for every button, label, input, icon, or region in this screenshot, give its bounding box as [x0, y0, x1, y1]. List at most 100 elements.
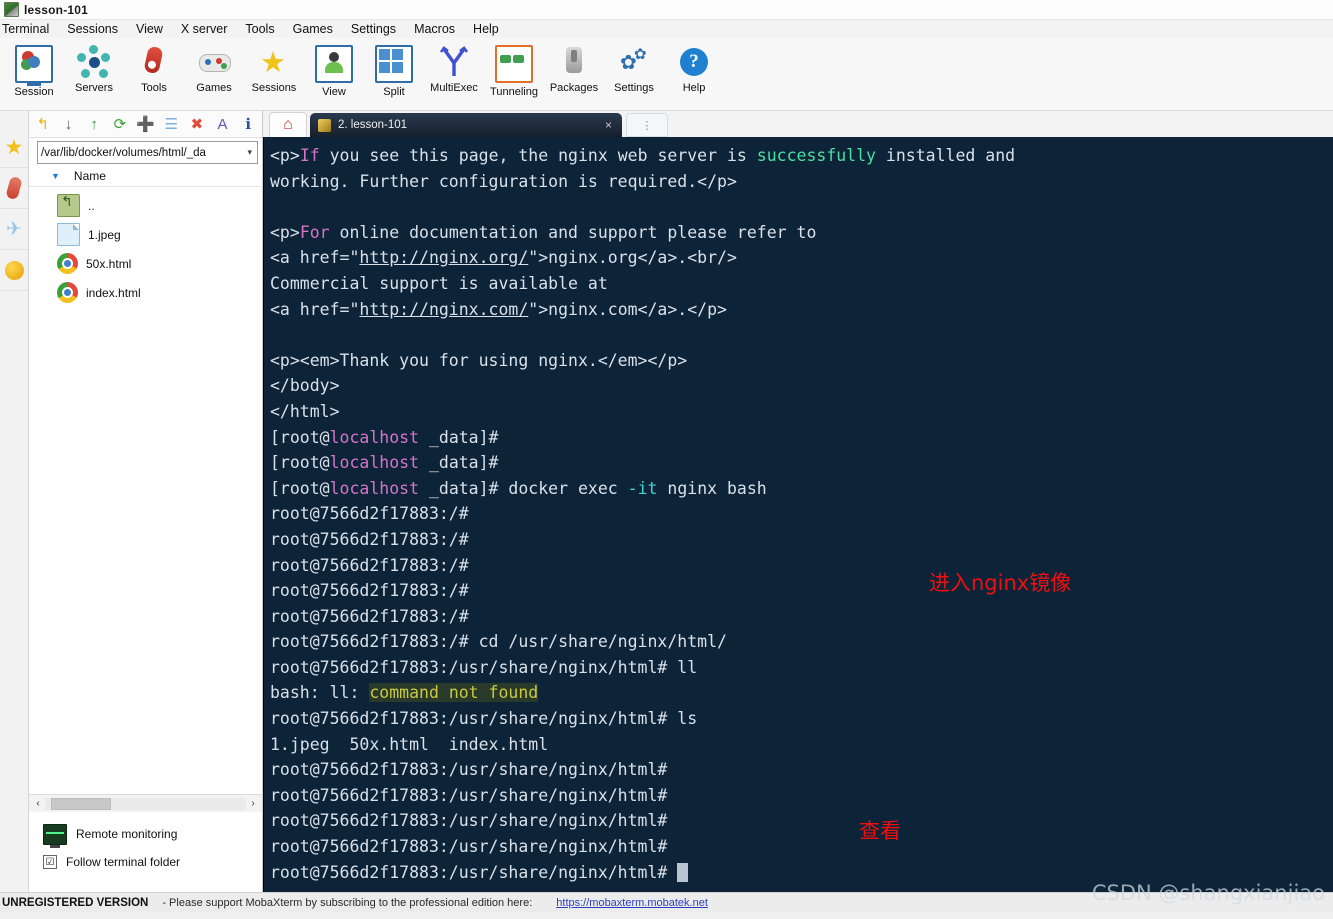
file-name: 50x.html: [86, 256, 132, 271]
menu-item-view[interactable]: View: [127, 21, 172, 38]
terminal-line: root@7566d2f17883:/#: [270, 578, 1333, 604]
toolbar-button-session[interactable]: Session: [4, 40, 64, 98]
chrome-html-icon: [57, 282, 78, 303]
refresh-icon[interactable]: ⟳: [108, 113, 132, 135]
toolbar-button-sessions[interactable]: ★ Sessions: [244, 40, 304, 95]
list-item[interactable]: 50x.html: [29, 249, 262, 278]
parent-folder-icon[interactable]: ↰: [31, 113, 55, 135]
menu-item-macros[interactable]: Macros: [405, 21, 464, 38]
terminal-text: root@7566d2f17883:/usr/share/nginx/html#…: [270, 709, 698, 729]
sort-triangle-icon[interactable]: ▼: [51, 171, 60, 181]
toolbar-button-help[interactable]: ? Help: [664, 40, 724, 94]
menu-item-games[interactable]: Games: [284, 21, 342, 38]
window-titlebar: lesson-101: [0, 0, 1333, 20]
toolbar-label-tunneling: Tunneling: [490, 86, 538, 98]
packages-box-icon: [557, 45, 591, 79]
sftp-toolbar: ↰ ↓ ↑ ⟳ ➕ ☰ ✖ A ℹ: [29, 111, 262, 138]
tab-session-lesson-101[interactable]: 2. lesson-101 ×: [310, 113, 622, 137]
games-ball-icon: [4, 260, 24, 280]
toolbar-button-multiexec[interactable]: MultiExec: [424, 40, 484, 94]
follow-terminal-checkbox[interactable]: ☑: [43, 855, 57, 869]
chrome-html-icon: [57, 253, 78, 274]
terminal-output[interactable]: <p>If you see this page, the nginx web s…: [263, 137, 1333, 892]
menu-item-xserver[interactable]: X server: [172, 21, 237, 38]
toolbar-button-packages[interactable]: Packages: [544, 40, 604, 94]
scroll-left-icon[interactable]: ‹: [31, 798, 45, 809]
toolbar-label-multiexec: MultiExec: [430, 82, 478, 94]
sessions-star-icon: ★: [4, 135, 24, 159]
toolbar-button-games[interactable]: Games: [184, 40, 244, 94]
subscribe-link[interactable]: https://mobaxterm.mobatek.net: [556, 897, 708, 909]
menu-item-help[interactable]: Help: [464, 21, 508, 38]
scrollbar-thumb[interactable]: [51, 797, 111, 810]
tab-label: 2. lesson-101: [338, 119, 408, 131]
toolbar-button-split[interactable]: Split: [364, 40, 424, 98]
new-file-icon[interactable]: ☰: [159, 113, 183, 135]
toolbar-button-tunneling[interactable]: Tunneling: [484, 40, 544, 98]
delete-icon[interactable]: ✖: [185, 113, 209, 135]
view-monitor-icon: [315, 45, 353, 83]
vstrip-tools[interactable]: [0, 168, 28, 209]
close-icon[interactable]: ×: [599, 118, 618, 132]
tab-home[interactable]: ⌂: [269, 112, 307, 137]
settings-gear-icon: ✿ ✿: [620, 46, 647, 74]
toolbar-button-view[interactable]: View: [304, 40, 364, 98]
terminal-text: For: [299, 222, 330, 242]
macros-plane-icon: ✈: [6, 218, 22, 240]
terminal-text: installed and: [876, 146, 1016, 165]
properties-icon[interactable]: ℹ: [236, 113, 260, 135]
folder-up-icon: [57, 193, 80, 217]
window-title: lesson-101: [24, 2, 89, 17]
tab-new[interactable]: ⋮: [626, 113, 668, 137]
scroll-right-icon[interactable]: ›: [246, 798, 260, 809]
toolbar-label-games: Games: [196, 82, 232, 94]
follow-terminal-folder-row[interactable]: ☑ Follow terminal folder: [43, 848, 262, 876]
scrollbar-track[interactable]: [45, 797, 246, 810]
rename-icon[interactable]: A: [211, 113, 235, 135]
sftp-horizontal-scrollbar[interactable]: ‹ ›: [29, 794, 262, 812]
terminal-text: online documentation and support please …: [329, 222, 817, 242]
terminal-text: _data]#: [419, 427, 499, 447]
terminal-text: root@7566d2f17883:/usr/share/nginx/html#: [270, 837, 668, 857]
list-item[interactable]: 1.jpeg: [29, 220, 262, 249]
upload-icon[interactable]: ↑: [82, 113, 106, 135]
terminal-text: _data]#: [419, 453, 499, 473]
terminal-line: [root@localhost _data]#: [270, 450, 1333, 476]
new-folder-icon[interactable]: ➕: [134, 113, 158, 135]
terminal-line: <p>For online documentation and support …: [270, 220, 1333, 246]
terminal-line: root@7566d2f17883:/#: [270, 604, 1333, 630]
terminal-text: working. Further configuration is requir…: [270, 171, 737, 191]
chevron-down-icon[interactable]: ▾: [244, 147, 255, 158]
menu-item-sessions[interactable]: Sessions: [58, 21, 127, 38]
vstrip-macros[interactable]: ✈: [0, 209, 28, 250]
terminal-line: [root@localhost _data]#: [270, 425, 1333, 451]
terminal-line: <p><em>Thank you for using nginx.</em></…: [270, 348, 1333, 374]
sessions-star-icon: ★: [260, 47, 286, 79]
sftp-path-field[interactable]: /var/lib/docker/volumes/html/_da ▾: [37, 141, 258, 164]
download-icon[interactable]: ↓: [57, 113, 81, 135]
vstrip-sessions[interactable]: ★: [0, 127, 28, 168]
menu-item-terminal[interactable]: Terminal: [0, 21, 58, 38]
tools-knife-icon: [5, 175, 23, 201]
remote-monitoring-row[interactable]: Remote monitoring: [43, 820, 262, 848]
toolbar-button-settings[interactable]: ✿ ✿ Settings: [604, 40, 664, 94]
terminal-text: root@7566d2f17883:/usr/share/nginx/html#: [270, 760, 668, 780]
menu-item-settings[interactable]: Settings: [342, 21, 405, 38]
terminal-line: <p>If you see this page, the nginx web s…: [270, 143, 1333, 169]
terminal-text: [root@: [270, 453, 330, 473]
toolbar-button-tools[interactable]: Tools: [124, 40, 184, 94]
terminal-text: localhost: [329, 427, 420, 447]
toolbar-label-servers: Servers: [75, 82, 113, 94]
unregistered-badge: UNREGISTERED VERSION: [2, 896, 149, 909]
terminal-text: root@7566d2f17883:/#: [270, 555, 469, 575]
list-item[interactable]: ..: [29, 191, 262, 220]
terminal-text: localhost: [329, 453, 420, 473]
terminal-text: root@7566d2f17883:/#: [270, 606, 469, 626]
vstrip-games[interactable]: [0, 250, 28, 291]
terminal-text: -it: [627, 478, 658, 498]
terminal-text: root@7566d2f17883:/# cd /usr/share/nginx…: [270, 632, 727, 652]
list-item[interactable]: index.html: [29, 278, 262, 307]
toolbar-button-servers[interactable]: Servers: [64, 40, 124, 94]
menu-item-tools[interactable]: Tools: [236, 21, 283, 38]
